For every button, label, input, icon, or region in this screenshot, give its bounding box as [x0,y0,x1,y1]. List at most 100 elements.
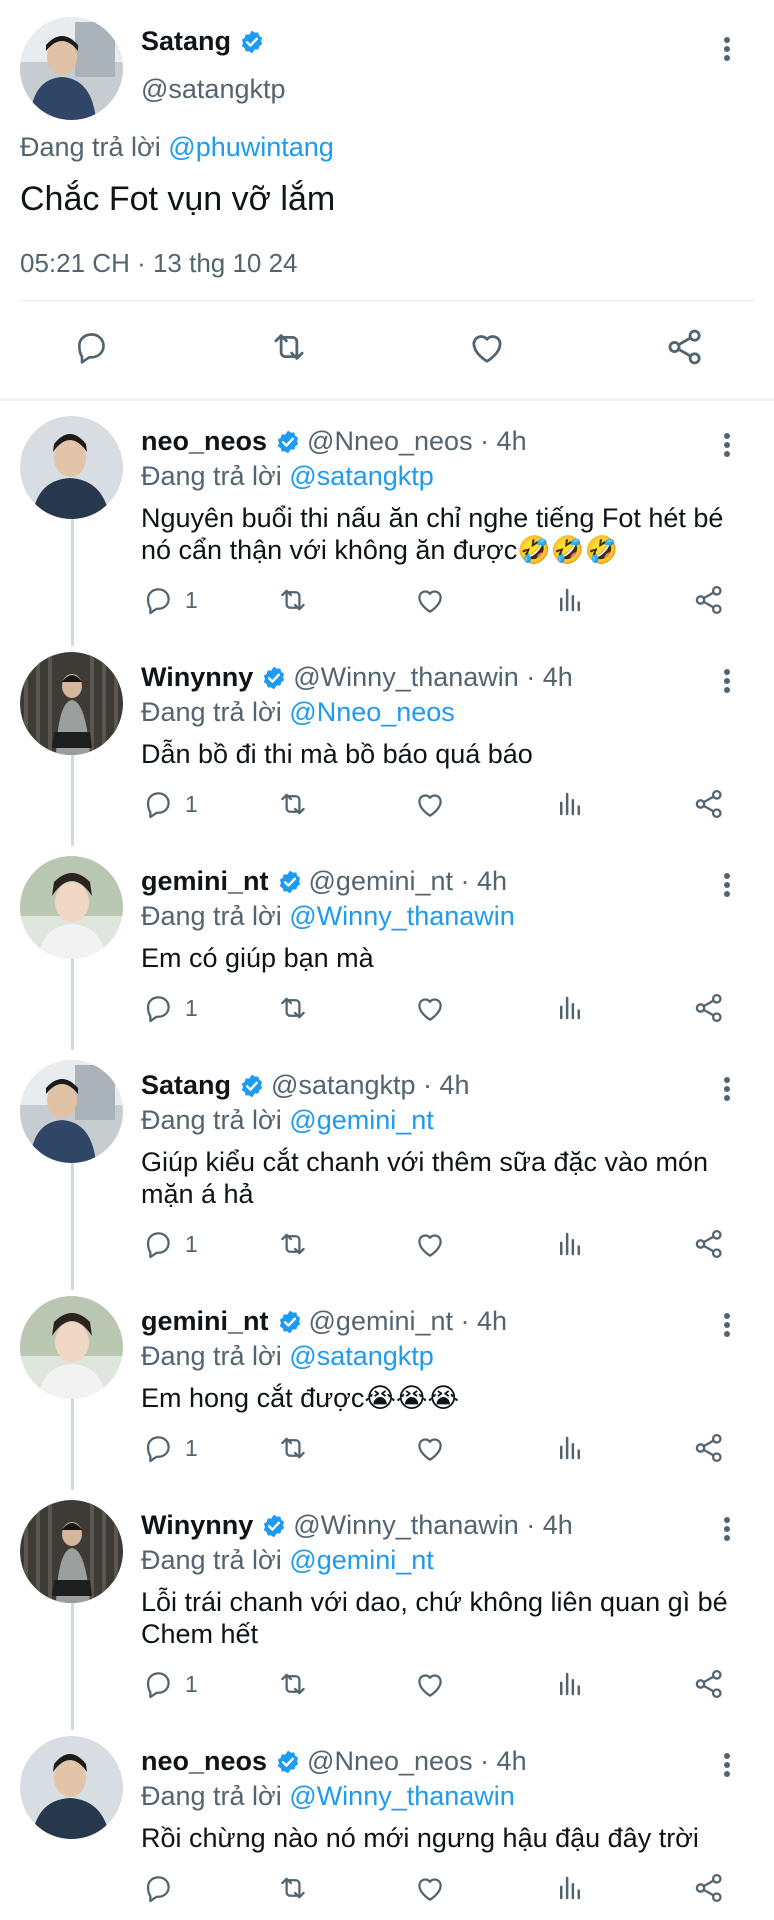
reply-button[interactable]: 1 [141,782,198,826]
more-options-icon[interactable] [722,1752,732,1778]
reply-tweet[interactable]: gemini_nt @gemini_nt · 4h Đang trả lời @… [0,852,774,1056]
more-options-icon[interactable] [722,1076,732,1102]
views-icon[interactable] [555,1222,585,1266]
replying-to-link[interactable]: @gemini_nt [289,1545,433,1575]
more-options-icon[interactable] [722,1312,732,1338]
like-icon[interactable] [413,1866,447,1910]
retweet-icon[interactable] [276,1222,310,1266]
reply-tweet[interactable]: neo_neos @Nneo_neos · 4h Đang trả lời @W… [0,1732,774,1920]
retweet-icon[interactable] [276,1662,310,1706]
like-icon[interactable] [413,1426,447,1470]
replying-to-link[interactable]: @Winny_thanawin [289,901,515,931]
avatar[interactable] [20,1296,123,1399]
avatar[interactable] [20,856,123,959]
verified-badge-icon [277,1309,303,1335]
reply-icon[interactable] [141,583,175,617]
author-name[interactable]: gemini_nt [141,1306,269,1337]
views-icon[interactable] [555,1866,585,1910]
like-icon[interactable] [413,986,447,1030]
reply-icon[interactable] [141,1227,175,1261]
share-icon[interactable] [692,986,726,1030]
avatar[interactable] [20,17,123,120]
reply-icon[interactable] [141,787,175,821]
share-icon[interactable] [692,578,726,622]
replying-to-link[interactable]: @satangktp [289,1341,434,1371]
reply-tweet[interactable]: gemini_nt @gemini_nt · 4h Đang trả lời @… [0,1292,774,1496]
avatar[interactable] [20,652,123,755]
more-options-icon[interactable] [722,36,732,62]
author-handle-time[interactable]: @Nneo_neos · 4h [307,426,527,457]
reply-icon[interactable] [66,322,116,372]
like-icon[interactable] [413,1662,447,1706]
author-name[interactable]: Satang [141,26,231,57]
author-handle[interactable]: @satangktp [141,74,286,105]
like-icon[interactable] [413,578,447,622]
retweet-icon[interactable] [276,986,310,1030]
reply-tweet[interactable]: Winynny @Winny_thanawin · 4h Đang trả lờ… [0,648,774,852]
reply-button[interactable]: 1 [141,1662,198,1706]
share-icon[interactable] [692,1662,726,1706]
reply-button[interactable]: 1 [141,578,198,622]
retweet-icon[interactable] [276,782,310,826]
author-name[interactable]: Satang [141,1070,231,1101]
like-icon[interactable] [413,1222,447,1266]
share-icon[interactable] [692,1426,726,1470]
reply-tweet[interactable]: Satang @satangktp · 4h Đang trả lời @gem… [0,1056,774,1292]
replying-to-link[interactable]: @Nneo_neos [289,697,455,727]
views-icon[interactable] [555,578,585,622]
replying-to-link[interactable]: @Winny_thanawin [289,1781,515,1811]
author-handle-time[interactable]: @gemini_nt · 4h [309,1306,508,1337]
views-icon[interactable] [555,986,585,1030]
like-icon[interactable] [462,322,512,372]
more-options-icon[interactable] [722,432,732,458]
author-name[interactable]: gemini_nt [141,866,269,897]
reply-button[interactable] [141,1866,185,1910]
reply-button[interactable]: 1 [141,1222,198,1266]
share-icon[interactable] [692,1866,726,1910]
retweet-icon[interactable] [276,1426,310,1470]
replying-prefix: Đang trả lời [141,1781,282,1811]
avatar[interactable] [20,1500,123,1603]
views-icon[interactable] [555,782,585,826]
replying-to-link[interactable]: @gemini_nt [289,1105,433,1135]
author-handle-time[interactable]: @Winny_thanawin · 4h [293,1510,573,1541]
like-icon[interactable] [413,782,447,826]
author-name[interactable]: Winynny [141,1510,253,1541]
replying-prefix: Đang trả lời [141,901,282,931]
author-name[interactable]: Winynny [141,662,253,693]
author-handle-time[interactable]: @Winny_thanawin · 4h [293,662,573,693]
author-name[interactable]: neo_neos [141,1746,267,1777]
views-icon[interactable] [555,1662,585,1706]
author-handle-time[interactable]: @satangktp · 4h [271,1070,470,1101]
replying-to-link[interactable]: @phuwintang [168,132,334,162]
avatar[interactable] [20,1060,123,1163]
avatar[interactable] [20,416,123,519]
reply-button[interactable]: 1 [141,986,198,1030]
author-handle-time[interactable]: @Nneo_neos · 4h [307,1746,527,1777]
share-icon[interactable] [692,782,726,826]
reply-icon[interactable] [141,1431,175,1465]
replying-to: Đang trả lời @phuwintang [20,132,334,163]
replying-prefix: Đang trả lời [20,132,161,162]
retweet-icon[interactable] [276,578,310,622]
verified-badge-icon [239,29,265,55]
views-icon[interactable] [555,1426,585,1470]
replying-to-link[interactable]: @satangktp [289,461,434,491]
actions-bar: 1 [141,1426,761,1470]
reply-tweet[interactable]: neo_neos @Nneo_neos · 4h Đang trả lời @s… [0,412,774,648]
avatar[interactable] [20,1736,123,1839]
reply-icon[interactable] [141,991,175,1025]
reply-tweet[interactable]: Winynny @Winny_thanawin · 4h Đang trả lờ… [0,1496,774,1732]
retweet-icon[interactable] [264,322,314,372]
reply-icon[interactable] [141,1871,175,1905]
retweet-icon[interactable] [276,1866,310,1910]
more-options-icon[interactable] [722,668,732,694]
author-handle-time[interactable]: @gemini_nt · 4h [309,866,508,897]
share-icon[interactable] [660,322,710,372]
more-options-icon[interactable] [722,872,732,898]
reply-button[interactable]: 1 [141,1426,198,1470]
share-icon[interactable] [692,1222,726,1266]
author-name[interactable]: neo_neos [141,426,267,457]
more-options-icon[interactable] [722,1516,732,1542]
reply-icon[interactable] [141,1667,175,1701]
